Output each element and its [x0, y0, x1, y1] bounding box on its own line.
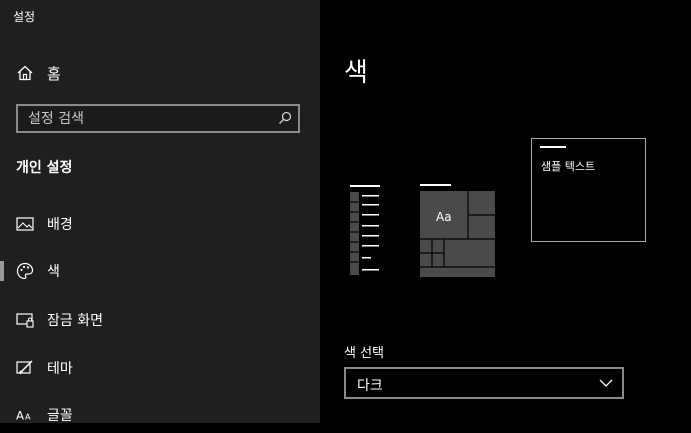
section-title: 개인 설정: [16, 160, 73, 176]
sidebar-item-theme[interactable]: 테마: [0, 350, 320, 386]
color-select-label: 색 선택: [344, 346, 385, 361]
page-title: 색: [344, 58, 368, 88]
app-title: 설정: [13, 10, 36, 24]
font-icon: A A: [16, 406, 34, 424]
tile-label: Aa: [436, 210, 452, 224]
search-input[interactable]: [18, 106, 268, 131]
sidebar-item-color[interactable]: 색: [0, 253, 320, 289]
svg-text:A: A: [25, 412, 31, 422]
title-bar-line: [540, 146, 566, 148]
search-icon[interactable]: [278, 111, 292, 125]
sidebar-item-label: 색: [47, 264, 60, 280]
sidebar-item-lock-screen[interactable]: 잠금 화면: [0, 302, 320, 338]
sample-window-preview: 샘플 텍스트: [531, 138, 646, 242]
dropdown-selected-value: 다크: [357, 378, 383, 394]
chevron-down-icon: [599, 379, 613, 387]
sidebar-item-label: 배경: [47, 217, 73, 233]
svg-text:A: A: [16, 409, 24, 423]
home-label: 홈: [47, 64, 61, 83]
sidebar-item-label: 잠금 화면: [47, 313, 103, 329]
sidebar-item-background[interactable]: 배경: [0, 206, 320, 242]
theme-brush-icon: [16, 359, 34, 377]
lock-screen-icon: [16, 311, 34, 329]
sidebar-item-label: 테마: [47, 361, 73, 377]
search-box: [16, 104, 300, 133]
start-tiles-preview-illustration: Aa: [420, 184, 495, 277]
palette-icon: [16, 262, 34, 280]
sidebar-item-label: 글꼴: [47, 408, 73, 424]
home-nav-item[interactable]: 홈: [16, 62, 61, 84]
sample-text: 샘플 텍스트: [541, 160, 596, 173]
color-mode-dropdown[interactable]: 다크: [344, 367, 624, 399]
sidebar: 설정 홈 개인 설정 배경: [0, 0, 320, 424]
selection-indicator: [0, 261, 4, 281]
home-icon: [17, 65, 33, 81]
list-preview-illustration: [350, 185, 380, 275]
image-icon: [16, 215, 34, 233]
sidebar-item-fonts[interactable]: A A 글꼴: [0, 397, 320, 433]
